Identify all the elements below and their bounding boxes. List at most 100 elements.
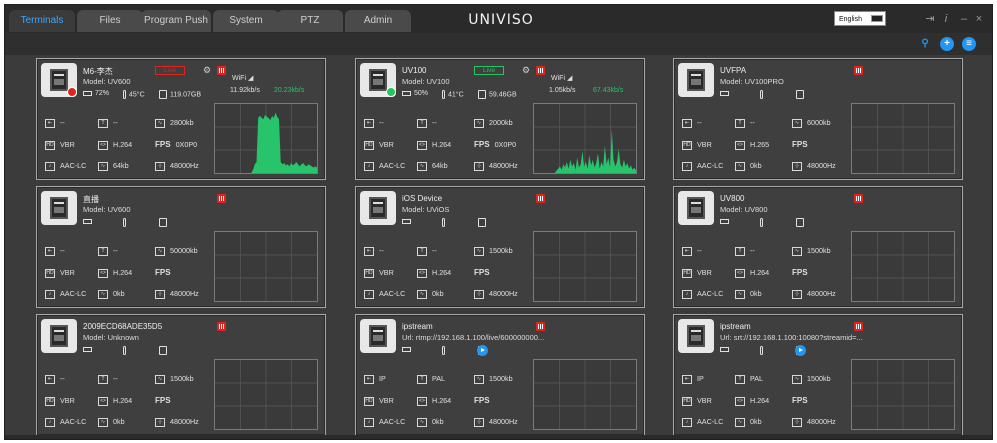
sample-rate-icon: ·|· [474, 289, 484, 299]
metric-value: -- [697, 246, 702, 255]
metric-value: VBR [379, 268, 394, 277]
record-icon[interactable] [217, 66, 226, 75]
terminal-card[interactable]: iOS Device Model: UViOS ⇤ -- T -- ∿ 1500kb HD VBR… [355, 186, 645, 308]
record-icon[interactable] [217, 194, 226, 203]
play-icon[interactable] [795, 345, 806, 356]
minimize-icon[interactable]: – [957, 12, 971, 26]
device-model: Model: UViOS [402, 205, 450, 214]
sample-rate-icon: ·|· [792, 417, 802, 427]
resolution-icon: HD [364, 268, 374, 278]
sample-rate-icon: ·|· [792, 289, 802, 299]
metric-r3a: ♪ AAC-LC [45, 416, 86, 428]
bitrate-graph-svg [852, 360, 954, 429]
title-bar: Terminals Files Program Push System PTZ … [5, 5, 992, 33]
record-icon[interactable] [854, 322, 863, 331]
add-icon[interactable]: + [940, 37, 954, 51]
terminal-card[interactable]: M6-李杰 Model: UV600 Live ⚙ 72% 45°C 119.07GB WiF… [36, 58, 326, 180]
temp-value: 45°C [129, 91, 145, 99]
terminal-card[interactable]: UV100 Model: UV100 Live ⚙ 50% 41°C 59.46GB WiFi… [355, 58, 645, 180]
caption-icon: T [735, 246, 745, 256]
battery-status [402, 346, 414, 353]
live-badge: Live [155, 66, 185, 75]
audio-bitrate-icon: ∿ [417, 289, 427, 299]
fps-icon: FPS [155, 139, 171, 149]
record-icon[interactable] [536, 322, 545, 331]
tab-admin[interactable]: Admin [345, 10, 411, 32]
resolution-icon: HD [45, 268, 55, 278]
fps-icon: FPS [474, 267, 490, 277]
metric-r1c: ∿ 1500kb [792, 373, 831, 385]
battery-icon [83, 90, 92, 96]
audio-icon: ♪ [45, 417, 55, 427]
metric-value: 50000kb [170, 246, 198, 255]
tab-system[interactable]: System [213, 10, 279, 32]
device-screen-icon [687, 69, 705, 91]
battery-status [720, 218, 732, 225]
tab-terminals[interactable]: Terminals [9, 10, 75, 32]
tab-ptz[interactable]: PTZ [277, 10, 343, 32]
battery-status [720, 346, 732, 353]
metric-value: VBR [60, 140, 75, 149]
metric-r3a: ♪ AAC-LC [682, 160, 723, 172]
terminal-card[interactable]: 2009ECD68ADE35D5 Model: Unknown ⇤ -- T -- ∿ 150… [36, 314, 326, 436]
battery-icon [402, 218, 411, 224]
audio-icon: ♪ [45, 161, 55, 171]
record-icon[interactable] [217, 322, 226, 331]
export-icon[interactable]: ⇥ [923, 12, 937, 26]
metric-r3b: ∿ 0kb [735, 160, 762, 172]
bitrate-graph [533, 103, 637, 174]
metric-r2c: FPS [792, 267, 813, 279]
temp-status: 41°C [442, 90, 464, 99]
device-name: UV100 [402, 66, 427, 75]
tab-files[interactable]: Files [77, 10, 143, 32]
play-icon[interactable] [477, 345, 488, 356]
metric-r3a: ♪ AAC-LC [682, 288, 723, 300]
gear-icon[interactable]: ⚙ [203, 65, 211, 76]
device-screen-icon [50, 197, 68, 219]
metric-value: H.264 [113, 396, 133, 405]
menu-icon[interactable]: ≡ [962, 37, 976, 51]
record-icon[interactable] [854, 66, 863, 75]
metric-value: IP [697, 374, 704, 383]
metric-r3b: ∿ 0kb [735, 288, 762, 300]
terminal-card[interactable]: ipstream Url: rtmp://192.168.1.100/live/6… [355, 314, 645, 436]
sample-rate-icon: ·|· [474, 161, 484, 171]
bitrate-graph [851, 359, 955, 430]
terminal-card[interactable]: UV800 Model: UV800 ⇤ -- T -- ∿ 1500kb HD VBR <> H.2… [673, 186, 963, 308]
metric-value: -- [432, 118, 437, 127]
bitrate-graph-svg [215, 104, 317, 173]
metric-r1a: ⇤ IP [364, 373, 386, 385]
metric-value: AAC-LC [697, 417, 724, 426]
close-icon[interactable]: × [972, 12, 986, 26]
metric-value: 48000Hz [807, 289, 836, 298]
storage-icon [159, 218, 167, 227]
metric-value: -- [113, 246, 118, 255]
language-select[interactable]: English [834, 11, 886, 26]
storage-icon [478, 90, 486, 99]
metric-r2a: HD VBR [364, 267, 394, 279]
device-name: 直播 [83, 195, 99, 204]
record-icon[interactable] [854, 194, 863, 203]
audio-bitrate-icon: ∿ [417, 161, 427, 171]
storage-status: 119.07GB [159, 90, 201, 99]
record-icon[interactable] [536, 194, 545, 203]
input-icon: ⇤ [682, 246, 692, 256]
metric-value: H.264 [113, 140, 133, 149]
terminal-card[interactable]: 直播 Model: UV600 ⇤ -- T -- ∿ 50000kb HD VBR <> H.264… [36, 186, 326, 308]
gear-icon[interactable]: ⚙ [522, 65, 530, 76]
metric-r3c: ·|· 48000Hz [155, 160, 199, 172]
record-icon[interactable] [536, 66, 545, 75]
terminal-card[interactable]: ipstream Url: srt://192.168.1.100:10080?s… [673, 314, 963, 436]
metric-r3a: ♪ AAC-LC [45, 288, 86, 300]
metric-r2b: <> H.264 [735, 267, 769, 279]
device-name: UV800 [720, 194, 745, 203]
metric-r2a: HD VBR [45, 395, 75, 407]
metric-value: VBR [697, 268, 712, 277]
info-icon[interactable]: i [939, 12, 953, 26]
metric-value: VBR [697, 140, 712, 149]
storage-status [796, 90, 807, 99]
terminal-card[interactable]: UVFPA Model: UV100PRO ⇤ -- T -- ∿ 6000kb HD VBR <>… [673, 58, 963, 180]
input-icon: ⇤ [45, 374, 55, 384]
tab-program-push[interactable]: Program Push [141, 10, 211, 32]
search-icon[interactable]: ⚲ [918, 37, 932, 51]
